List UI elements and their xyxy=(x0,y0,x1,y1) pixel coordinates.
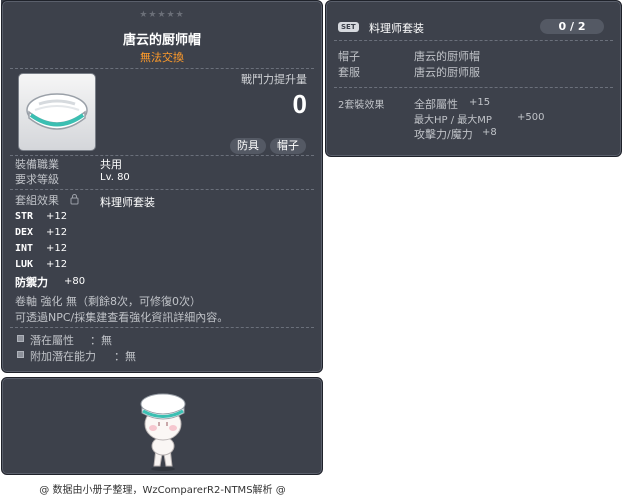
bonus-potential-bullet-icon xyxy=(17,351,24,358)
divider xyxy=(334,87,613,88)
power-increase-value: 0 xyxy=(292,89,307,119)
potential-value: ：無 xyxy=(90,334,112,347)
bonus-potential-label: 附加潛在能力 xyxy=(30,350,96,363)
footer-credit: @ 数据由小册子整理，WzComparerR2-NTMS解析 @ xyxy=(39,485,286,495)
level-value: Lv. 80 xyxy=(100,172,130,183)
character-avatar xyxy=(140,393,186,471)
defense-label: 防禦力 xyxy=(15,276,48,289)
tag-armor: 防具 xyxy=(230,138,266,154)
chef-hat-icon xyxy=(26,93,88,130)
upgrade-hint: 可透過NPC/採集建查看強化資訊詳細內容。 xyxy=(15,311,229,324)
divider xyxy=(10,189,314,190)
set-effect-value: 料理师套装 xyxy=(100,196,155,209)
stat-luk-value: +12 xyxy=(46,259,68,270)
set-effect-label: 套組效果 xyxy=(15,194,59,207)
set-count: 0 / 2 xyxy=(540,19,604,34)
set-effect-name: 全部屬性 xyxy=(414,98,458,111)
set-effect-value: +8 xyxy=(482,127,497,138)
character-preview xyxy=(1,377,323,475)
lock-icon xyxy=(70,194,79,205)
scroll-upgrade-info: 卷軸 強化 無（剩餘8次，可修復0次） xyxy=(15,295,201,308)
tag-hat: 帽子 xyxy=(270,138,306,154)
item-tooltip: ★★★★★ 唐云的厨师帽 無法交換 戰鬥力提升量 0 防具 帽子 裝備職業 共用… xyxy=(1,0,323,373)
divider xyxy=(10,327,314,328)
job-label: 裝備職業 xyxy=(15,158,59,171)
stat-luk-label: LUK xyxy=(15,259,34,270)
power-increase-label: 戰鬥力提升量 xyxy=(241,73,307,86)
set-tooltip: SET 料理师套装 0 / 2 帽子 唐云的厨师帽 套服 唐云的厨师服 2套裝效… xyxy=(325,0,622,157)
stat-str-label: STR xyxy=(15,211,34,222)
set-effect-value: +15 xyxy=(469,97,491,108)
stat-int-label: INT xyxy=(15,243,34,254)
level-label: 要求等級 xyxy=(15,173,59,186)
stat-int-value: +12 xyxy=(46,243,68,254)
set-part-item: 唐云的厨师帽 xyxy=(414,50,480,63)
set-part-item: 唐云的厨师服 xyxy=(414,66,480,79)
set-part-slot: 帽子 xyxy=(338,50,360,63)
trade-status: 無法交換 xyxy=(140,51,184,64)
stat-dex-value: +12 xyxy=(46,227,68,238)
stat-dex-label: DEX xyxy=(15,227,34,238)
stat-str-value: +12 xyxy=(46,211,68,222)
divider xyxy=(334,40,613,41)
set-effect-value: +500 xyxy=(517,112,545,123)
item-name: 唐云的厨师帽 xyxy=(122,33,201,48)
defense-value: +80 xyxy=(64,276,86,287)
set-name: 料理师套装 xyxy=(369,22,424,35)
job-value: 共用 xyxy=(100,158,122,171)
set-effect-tier-label: 2套裝效果 xyxy=(338,100,385,111)
bonus-potential-value: ：無 xyxy=(114,350,136,363)
set-part-slot: 套服 xyxy=(338,66,360,79)
set-effect-name: 攻擊力/魔力 xyxy=(414,128,473,141)
set-badge-icon: SET xyxy=(338,22,359,32)
divider xyxy=(10,68,314,69)
set-effect-name: 最大HP / 最大MP xyxy=(414,115,492,126)
potential-bullet-icon xyxy=(17,335,24,342)
potential-label: 潛在屬性 xyxy=(30,334,74,347)
star-force-stars: ★★★★★ xyxy=(139,10,185,20)
item-icon-frame xyxy=(18,73,96,151)
